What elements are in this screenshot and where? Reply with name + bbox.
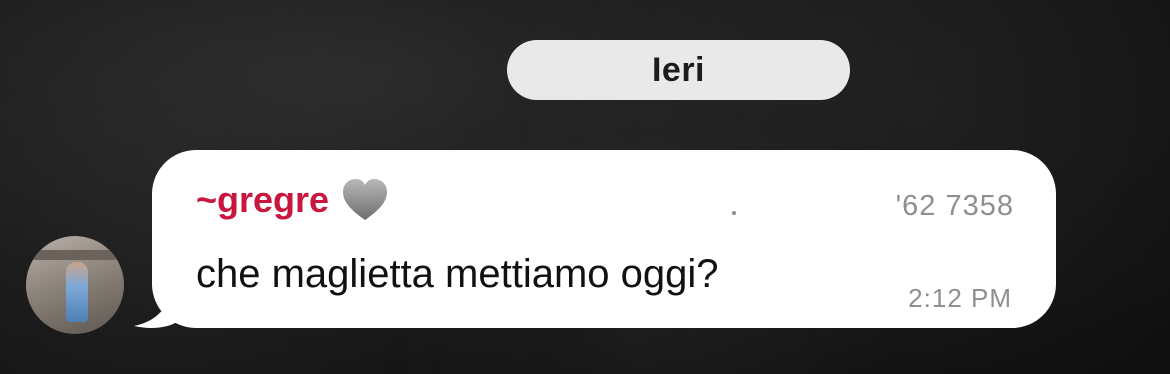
avatar[interactable] (26, 236, 124, 334)
redaction-dot (732, 211, 736, 215)
grey-heart-icon (343, 179, 388, 220)
sender-name[interactable]: ~gregre (196, 179, 329, 221)
avatar-figure (66, 262, 88, 322)
avatar-shelf (32, 250, 118, 260)
message-text: che maglietta mettiamo oggi? (196, 252, 719, 296)
sender-row: ~gregre (196, 178, 389, 222)
message-timestamp: 2:12 PM (908, 283, 1012, 313)
sender-phone: '62 7358 (895, 190, 1014, 222)
date-separator: Ieri (507, 40, 850, 100)
